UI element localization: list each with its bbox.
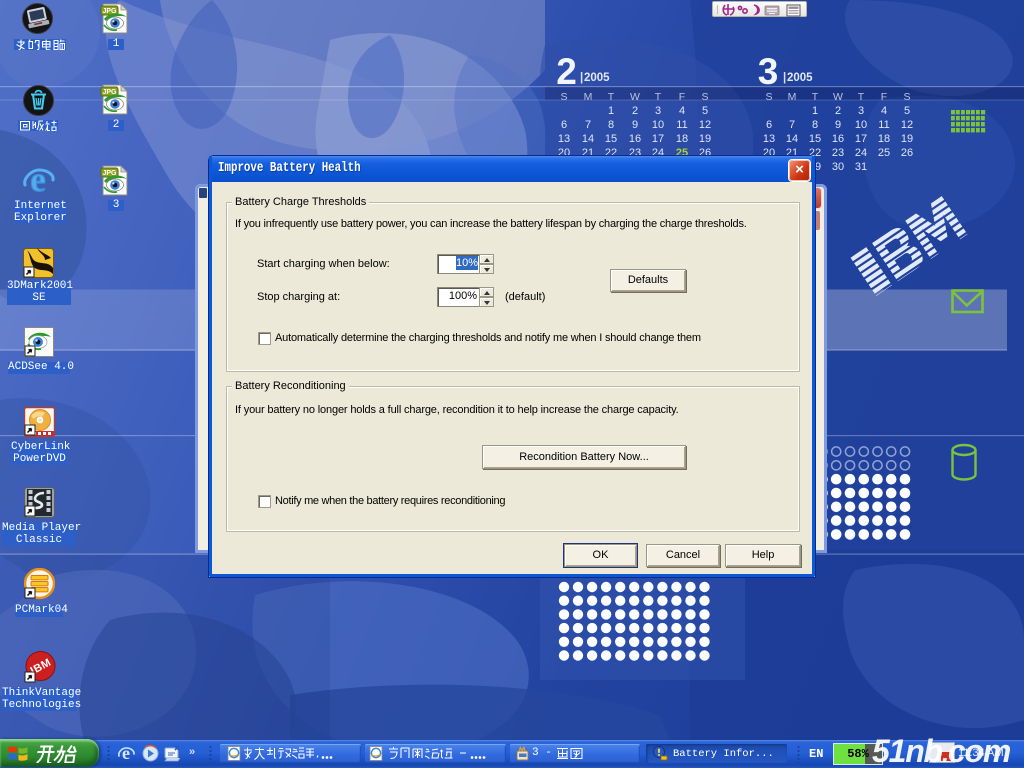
svg-text:3: 3 (858, 105, 864, 117)
svg-text:16: 16 (629, 133, 641, 145)
svg-text:13: 13 (558, 133, 570, 145)
svg-text:25: 25 (878, 147, 890, 159)
svg-text:26: 26 (901, 147, 913, 159)
svg-text:14: 14 (582, 133, 594, 145)
svg-text:18: 18 (676, 133, 688, 145)
svg-text:19: 19 (699, 133, 711, 145)
svg-text:9: 9 (835, 119, 841, 131)
svg-text:S: S (701, 91, 708, 103)
svg-text:7: 7 (585, 119, 591, 131)
svg-text:2005: 2005 (787, 72, 813, 84)
svg-text:7: 7 (789, 119, 795, 131)
svg-text:4: 4 (881, 105, 887, 117)
svg-text:e: e (30, 163, 46, 197)
svg-text:W: W (833, 91, 843, 103)
svg-text:16: 16 (832, 133, 844, 145)
svg-text:M: M (584, 91, 593, 103)
svg-text:10: 10 (652, 119, 664, 131)
svg-text:11: 11 (878, 119, 889, 131)
svg-text:12: 12 (901, 119, 913, 131)
svg-text:|: | (783, 72, 786, 84)
svg-text:6: 6 (766, 119, 772, 131)
svg-text:31: 31 (855, 161, 867, 173)
svg-text:T: T (858, 91, 865, 103)
svg-text:e: e (122, 744, 130, 763)
svg-text:2005: 2005 (584, 72, 610, 84)
svg-text:9: 9 (632, 119, 638, 131)
svg-text:2: 2 (632, 105, 638, 117)
svg-text:5: 5 (702, 105, 708, 117)
svg-text:15: 15 (809, 133, 821, 145)
svg-text:1: 1 (608, 105, 614, 117)
svg-text:T: T (812, 91, 819, 103)
svg-text:2: 2 (835, 105, 841, 117)
svg-text:3: 3 (758, 51, 779, 92)
svg-text:S: S (560, 91, 567, 103)
svg-text:23: 23 (832, 147, 844, 159)
svg-text:3: 3 (655, 105, 661, 117)
svg-text:S: S (903, 91, 910, 103)
svg-text:17: 17 (652, 133, 664, 145)
svg-text:30: 30 (832, 161, 844, 173)
svg-text:24: 24 (855, 147, 867, 159)
svg-text:W: W (630, 91, 640, 103)
svg-text:8: 8 (812, 119, 818, 131)
svg-text:|: | (580, 72, 583, 84)
svg-text:8: 8 (608, 119, 614, 131)
svg-text:6: 6 (561, 119, 567, 131)
svg-text:T: T (608, 91, 615, 103)
svg-text:F: F (679, 91, 685, 103)
svg-text:13: 13 (763, 133, 775, 145)
svg-text:19: 19 (901, 133, 913, 145)
svg-text:T: T (655, 91, 662, 103)
svg-text:4: 4 (679, 105, 685, 117)
svg-text:11: 11 (676, 119, 687, 131)
svg-text:10: 10 (855, 119, 867, 131)
svg-text:F: F (881, 91, 887, 103)
svg-text:17: 17 (855, 133, 867, 145)
svg-text:2: 2 (556, 51, 576, 92)
svg-text:5: 5 (904, 105, 910, 117)
svg-text:1: 1 (812, 105, 818, 117)
svg-text:12: 12 (699, 119, 711, 131)
svg-text:14: 14 (786, 133, 798, 145)
svg-text:M: M (788, 91, 797, 103)
svg-text:18: 18 (878, 133, 890, 145)
svg-text:15: 15 (605, 133, 617, 145)
svg-text:S: S (765, 91, 772, 103)
